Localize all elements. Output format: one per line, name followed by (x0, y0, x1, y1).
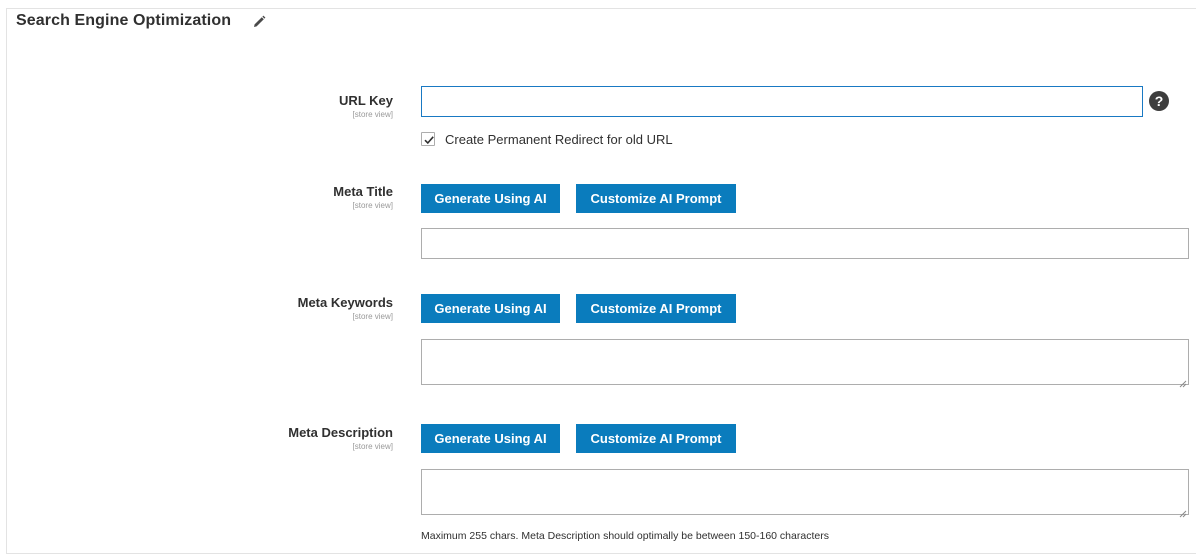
meta-keywords-resize-grip[interactable] (1179, 375, 1187, 388)
section-title[interactable]: Search Engine Optimization (16, 12, 231, 30)
meta-keywords-textarea[interactable] (421, 339, 1189, 385)
meta-description-scope: [store view] (352, 442, 393, 451)
meta-description-label: Meta Description (288, 425, 393, 440)
meta-title-label: Meta Title (333, 184, 393, 199)
meta-description-textarea[interactable] (421, 469, 1189, 515)
meta-keywords-scope: [store view] (352, 312, 393, 321)
url-key-scope: [store view] (352, 110, 393, 119)
meta-title-generate-button[interactable]: Generate Using AI (421, 184, 560, 213)
meta-description-note: Maximum 255 chars. Meta Description shou… (421, 530, 829, 542)
meta-description-resize-grip[interactable] (1179, 505, 1187, 518)
meta-title-scope: [store view] (352, 201, 393, 210)
meta-title-input[interactable] (421, 228, 1189, 259)
pencil-icon[interactable] (251, 14, 267, 30)
meta-keywords-generate-button[interactable]: Generate Using AI (421, 294, 560, 323)
url-key-label: URL Key (339, 93, 393, 108)
question-icon[interactable]: ? (1149, 91, 1169, 111)
meta-keywords-label: Meta Keywords (297, 295, 393, 310)
redirect-checkbox[interactable] (421, 132, 435, 146)
meta-description-generate-button[interactable]: Generate Using AI (421, 424, 560, 453)
meta-description-customize-button[interactable]: Customize AI Prompt (576, 424, 736, 453)
meta-keywords-customize-button[interactable]: Customize AI Prompt (576, 294, 736, 323)
redirect-checkbox-label[interactable]: Create Permanent Redirect for old URL (445, 132, 673, 147)
url-key-input[interactable] (421, 86, 1143, 117)
meta-title-customize-button[interactable]: Customize AI Prompt (576, 184, 736, 213)
